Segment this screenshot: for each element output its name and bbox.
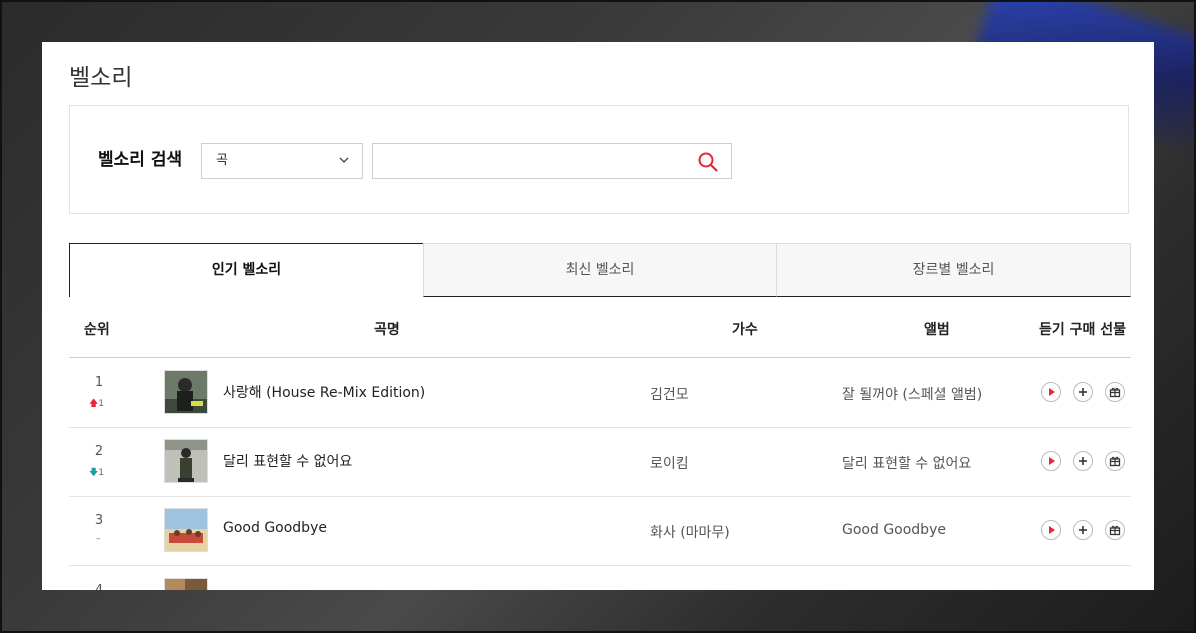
- gift-button[interactable]: [1105, 451, 1125, 471]
- play-button[interactable]: [1041, 382, 1061, 402]
- song-title[interactable]: Good Goodbye: [223, 520, 327, 536]
- table-header: 순위 곡명 가수 앨범 듣기 구매 선물: [69, 300, 1131, 358]
- tab-bar: 인기 벨소리 최신 벨소리 장르별 벨소리: [69, 243, 1131, 297]
- header-song: 곡명: [374, 322, 400, 338]
- album-thumbnail[interactable]: [164, 578, 208, 590]
- search-input[interactable]: [383, 144, 687, 178]
- artist-name[interactable]: 화사 (마마무): [650, 522, 730, 542]
- album-name[interactable]: Good Goodbye: [842, 522, 946, 538]
- search-type-value: 곡: [216, 153, 228, 168]
- album-thumbnail[interactable]: [164, 439, 208, 483]
- header-album: 앨범: [924, 322, 950, 338]
- page-title: 벨소리: [69, 65, 133, 91]
- album-name[interactable]: 달리 표현할 수 없어요: [842, 453, 971, 473]
- add-button[interactable]: [1073, 520, 1093, 540]
- play-button[interactable]: [1041, 520, 1061, 540]
- table-row: 4: [69, 566, 1131, 590]
- add-button[interactable]: [1073, 382, 1093, 402]
- rank-change: 🡇1: [89, 465, 115, 481]
- search-section: 벨소리 검색 곡: [69, 105, 1129, 214]
- arrow-down-icon: 🡇: [89, 468, 99, 478]
- artist-name[interactable]: 김건모: [650, 384, 689, 404]
- table-row: 2 🡇1 달리 표현할 수 없어요 로이킴 달리 표현할 수 없어요: [69, 427, 1131, 497]
- play-button[interactable]: [1041, 451, 1061, 471]
- tab-genre[interactable]: 장르별 벨소리: [776, 243, 1131, 297]
- rank-change: 🡅1: [89, 396, 115, 412]
- song-title[interactable]: 달리 표현할 수 없어요: [223, 451, 352, 471]
- search-icon[interactable]: [697, 151, 719, 173]
- tab-latest[interactable]: 최신 벨소리: [423, 243, 777, 297]
- rank-number: 1: [94, 375, 104, 390]
- header-rank: 순위: [84, 322, 110, 338]
- table-row: 3 – Good Goodbye 화사 (마마무) Good Goodbye: [69, 496, 1131, 566]
- add-button[interactable]: [1073, 451, 1093, 471]
- rank-number: 4: [89, 583, 109, 590]
- table-row: 1 🡅1 사랑해 (House Re-Mix Edition) 김건모 잘 될꺼…: [69, 358, 1131, 428]
- search-label: 벨소리 검색: [98, 150, 183, 170]
- gift-button[interactable]: [1105, 520, 1125, 540]
- artist-name[interactable]: 로이킴: [650, 453, 689, 473]
- ringtone-panel: 벨소리 벨소리 검색 곡 인기 벨소리 최신 벨소리 장르별 벨소리 순위 곡명…: [42, 42, 1154, 590]
- rank-number: 2: [94, 444, 104, 459]
- rank-change: –: [96, 534, 101, 544]
- header-actions: 듣기 구매 선물: [1039, 322, 1127, 338]
- album-thumbnail[interactable]: [164, 508, 208, 552]
- gift-button[interactable]: [1105, 382, 1125, 402]
- album-name[interactable]: 잘 될꺼야 (스페셜 앨범): [842, 384, 982, 404]
- chevron-down-icon: [338, 144, 350, 192]
- search-type-select[interactable]: 곡: [201, 143, 363, 179]
- rank-change-value: 1: [98, 468, 104, 478]
- album-thumbnail[interactable]: [164, 370, 208, 414]
- header-artist: 가수: [732, 322, 758, 338]
- arrow-up-icon: 🡅: [89, 399, 99, 409]
- rank-change-value: 1: [98, 399, 104, 409]
- song-title[interactable]: 사랑해 (House Re-Mix Edition): [223, 382, 425, 402]
- search-field[interactable]: [372, 143, 732, 179]
- rank-number: 3: [94, 513, 104, 528]
- tab-popular[interactable]: 인기 벨소리: [69, 243, 424, 297]
